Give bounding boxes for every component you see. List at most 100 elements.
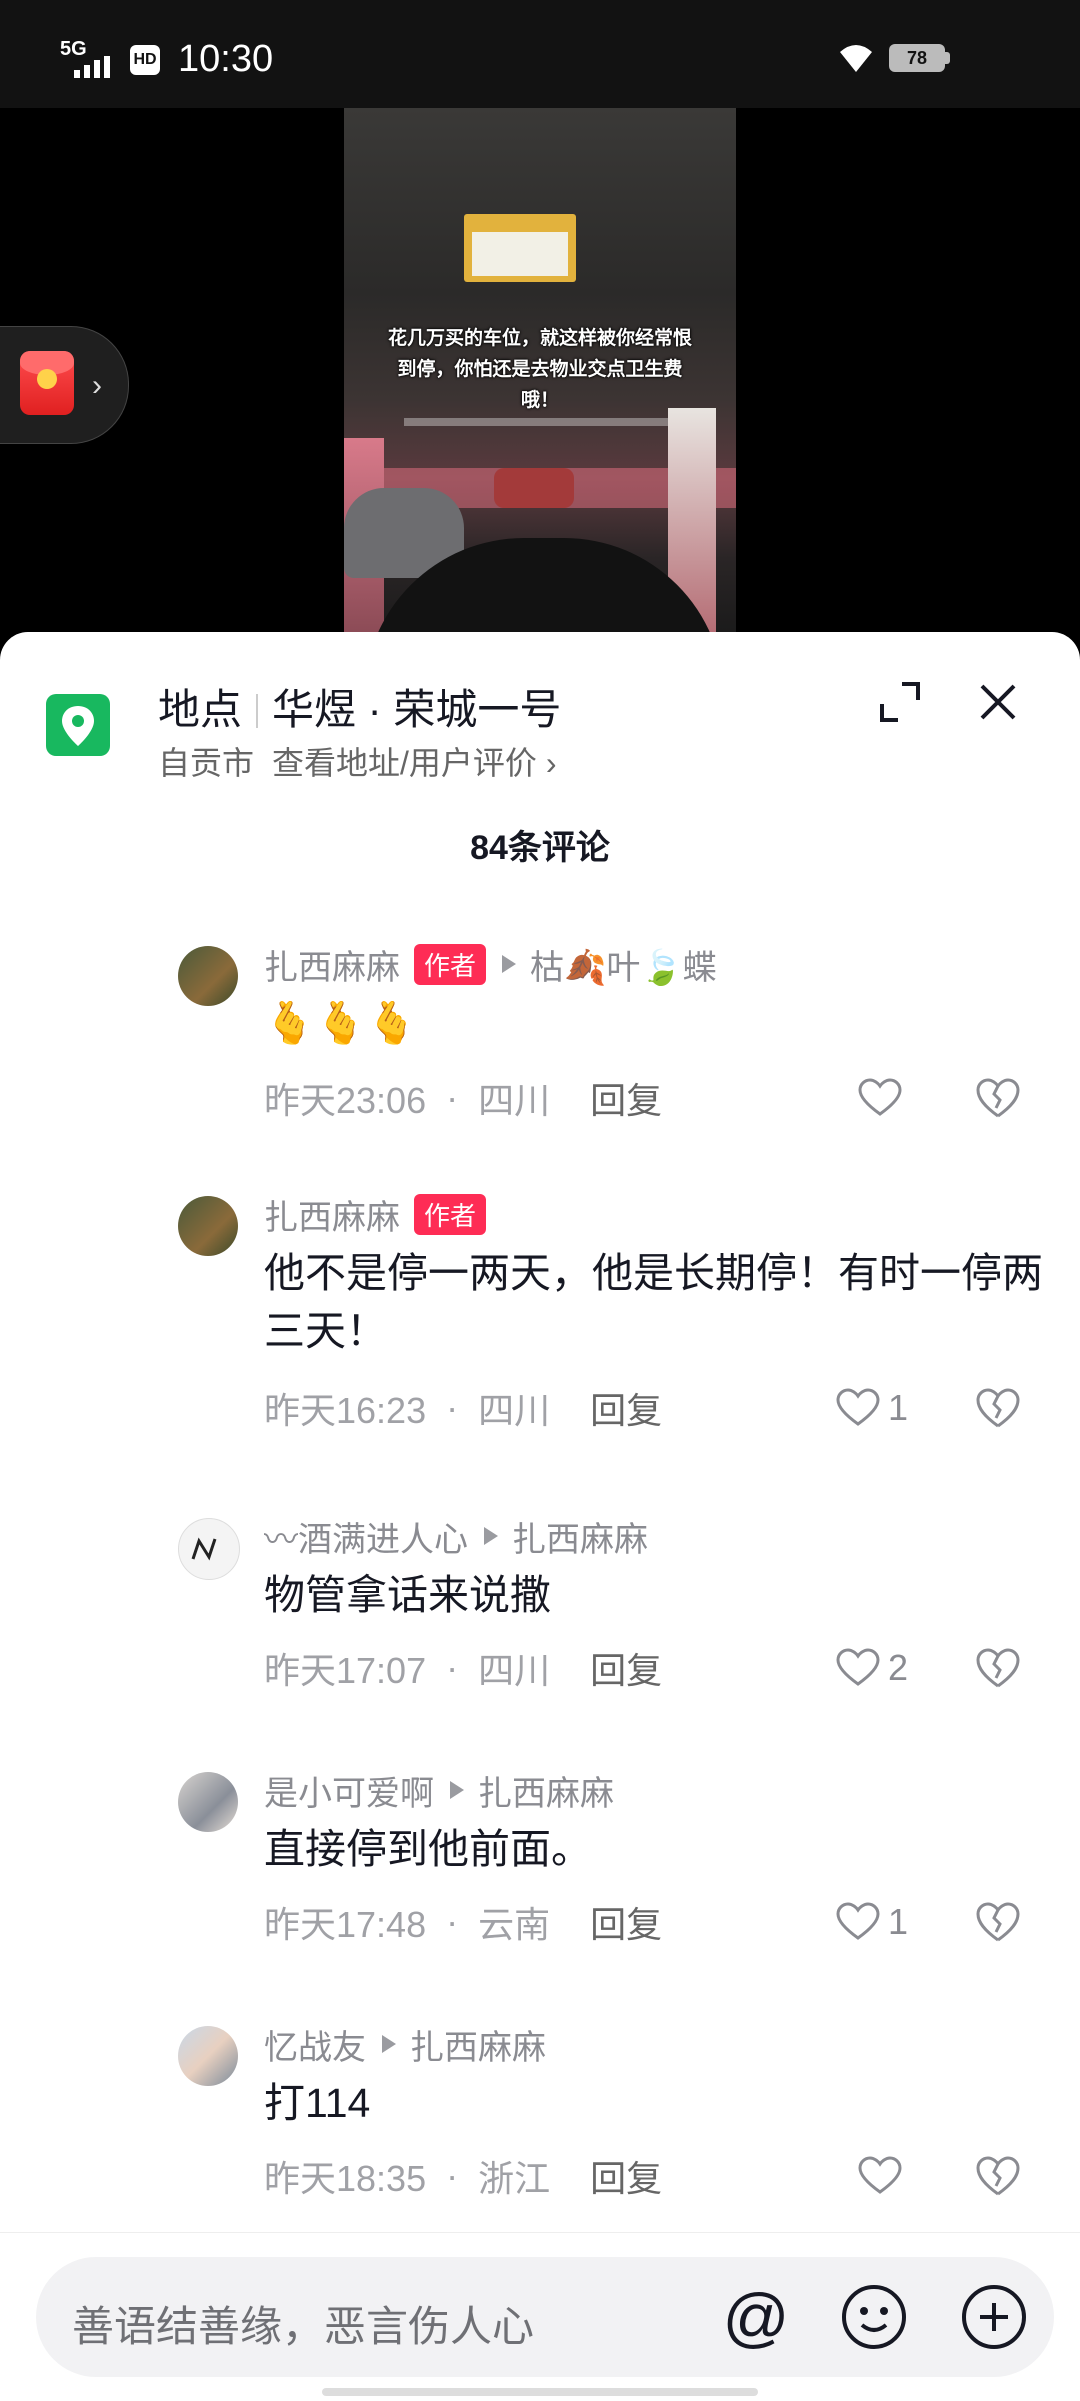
reply-button[interactable]: 回复 — [590, 1382, 662, 1434]
view-address-link[interactable]: 查看地址/用户评价 — [272, 745, 537, 781]
like-count: 1 — [888, 1387, 909, 1428]
separator-dot: · — [446, 1901, 459, 1942]
close-button[interactable] — [968, 672, 1028, 732]
separator-dot: · — [446, 1077, 459, 1118]
like-button[interactable] — [858, 2146, 910, 2206]
comment-username[interactable]: 扎西麻麻 — [264, 1190, 400, 1239]
location-pin-icon — [46, 694, 110, 756]
comment-region: 四川 — [478, 1390, 551, 1431]
like-button[interactable] — [858, 1068, 910, 1128]
comment-username[interactable]: 〰酒满进人心 — [264, 1512, 468, 1561]
reply-button[interactable]: 回复 — [590, 1072, 662, 1124]
red-packet-widget[interactable]: › — [0, 326, 129, 444]
comment-text: 直接停到他前面。 — [264, 1826, 592, 1872]
chevron-right-icon: › — [92, 369, 102, 402]
author-badge: 作者 — [414, 1193, 487, 1235]
ceiling-lights — [404, 418, 684, 426]
separator-dot: · — [446, 1387, 459, 1428]
reply-arrow-icon — [450, 1781, 464, 1799]
emoji-button[interactable] — [836, 2279, 912, 2355]
avatar[interactable] — [178, 2026, 238, 2086]
comment-username[interactable]: 忆战友 — [264, 2020, 366, 2069]
red-packet-icon — [20, 351, 74, 415]
like-button[interactable]: 2 — [836, 1638, 908, 1698]
comment-username[interactable]: 是小可爱啊 — [264, 1766, 434, 1815]
chevron-right-icon: › — [545, 745, 557, 781]
like-count: 2 — [888, 1647, 909, 1688]
dislike-button[interactable] — [972, 1642, 1024, 1694]
status-bar: 5G HD 10:30 78 — [0, 0, 1080, 108]
close-icon — [980, 684, 1016, 720]
comment-region: 浙江 — [478, 2158, 551, 2199]
avatar[interactable] — [178, 1518, 240, 1580]
comments-sheet: 地点 华煜 · 荣城一号 自贡市 查看地址/用户评价 › 84条评论 扎西麻麻 作者… — [0, 632, 1080, 2400]
comment-time: 昨天23:06 — [264, 1080, 427, 1121]
reply-to-username[interactable]: 枯🍂叶🍃蝶 — [530, 940, 717, 989]
location-subtitle[interactable]: 自贡市 查看地址/用户评价 › — [158, 738, 556, 784]
avatar[interactable] — [178, 1772, 238, 1832]
comment-time: 昨天17:07 — [264, 1650, 427, 1691]
broken-heart-icon — [976, 1078, 1020, 1118]
dislike-button[interactable] — [972, 1382, 1024, 1434]
heart-icon — [858, 1078, 902, 1116]
add-button[interactable] — [956, 2279, 1032, 2355]
video-player[interactable]: 花几万买的车位，就这样被你经常恨到停，你怕还是去物业交点卫生费哦！ — [0, 108, 1080, 638]
comment-region: 云南 — [478, 1904, 551, 1945]
broken-heart-icon — [976, 1388, 1020, 1428]
battery-icon: 78 — [889, 44, 945, 72]
location-title[interactable]: 地点 华煜 · 荣城一号 — [158, 676, 561, 737]
reply-button[interactable]: 回复 — [590, 2150, 662, 2202]
mention-button[interactable]: @ — [716, 2277, 796, 2357]
broken-heart-icon — [976, 1902, 1020, 1942]
reply-arrow-icon — [382, 2035, 396, 2053]
reply-to-username[interactable]: 扎西麻麻 — [410, 2020, 546, 2069]
dislike-button[interactable] — [972, 1896, 1024, 1948]
avatar[interactable] — [178, 1196, 238, 1256]
emoji-icon — [842, 2285, 906, 2349]
home-indicator[interactable] — [322, 2388, 758, 2396]
separator-dot: · — [446, 1647, 459, 1688]
reply-arrow-icon — [484, 1527, 498, 1545]
like-button[interactable]: 1 — [836, 1892, 908, 1952]
comment-text: 打114 — [264, 2080, 371, 2126]
heart-icon — [858, 2156, 902, 2194]
dislike-button[interactable] — [972, 1072, 1024, 1124]
reply-to-username[interactable]: 扎西麻麻 — [478, 1766, 614, 1815]
battery-tip — [945, 52, 950, 64]
comment-text: 物管拿话来说撒 — [264, 1572, 551, 1618]
divider — [256, 694, 259, 728]
comment-region: 四川 — [478, 1080, 551, 1121]
heart-icon — [836, 1648, 880, 1686]
cellular-signal-icon: 5G — [60, 38, 112, 78]
location-label: 地点 — [158, 686, 243, 733]
avatar[interactable] — [178, 946, 238, 1006]
comment-time: 昨天18:35 — [264, 2158, 427, 2199]
expand-icon — [880, 682, 920, 722]
author-badge: 作者 — [414, 943, 487, 985]
comment-text: 他不是停一两天，他是长期停！有时一停两三天！ — [264, 1250, 1043, 1354]
video-frame[interactable]: 花几万买的车位，就这样被你经常恨到停，你怕还是去物业交点卫生费哦！ — [344, 108, 736, 638]
location-city: 自贡市 — [158, 745, 255, 781]
broken-heart-icon — [976, 2156, 1020, 2196]
comment-input-placeholder: 善语结善缘，恶言伤人心 — [72, 2303, 535, 2350]
reply-button[interactable]: 回复 — [590, 1642, 662, 1694]
heart-icon — [836, 1388, 880, 1426]
wifi-icon — [840, 45, 872, 72]
parked-car — [494, 468, 574, 508]
like-button[interactable]: 1 — [836, 1378, 908, 1438]
comment-input[interactable]: 善语结善缘，恶言伤人心 @ — [36, 2257, 1054, 2377]
broken-heart-icon — [976, 1648, 1020, 1688]
comment-username[interactable]: 扎西麻麻 — [264, 940, 400, 989]
reply-arrow-icon — [502, 955, 517, 973]
hd-icon: HD — [130, 44, 160, 75]
comment-text: 🫰🫰🫰 — [264, 1000, 418, 1046]
reply-button[interactable]: 回复 — [590, 1896, 662, 1948]
reply-to-username[interactable]: 扎西麻麻 — [512, 1512, 648, 1561]
video-caption: 花几万买的车位，就这样被你经常恨到停，你怕还是去物业交点卫生费哦！ — [387, 328, 692, 411]
location-name: 华煜 · 荣城一号 — [272, 686, 562, 733]
comment-input-bar: 善语结善缘，恶言伤人心 @ — [0, 2232, 1080, 2401]
heart-icon — [836, 1902, 880, 1940]
dislike-button[interactable] — [972, 2150, 1024, 2202]
comment-time: 昨天17:48 — [264, 1904, 427, 1945]
expand-button[interactable] — [872, 674, 928, 730]
